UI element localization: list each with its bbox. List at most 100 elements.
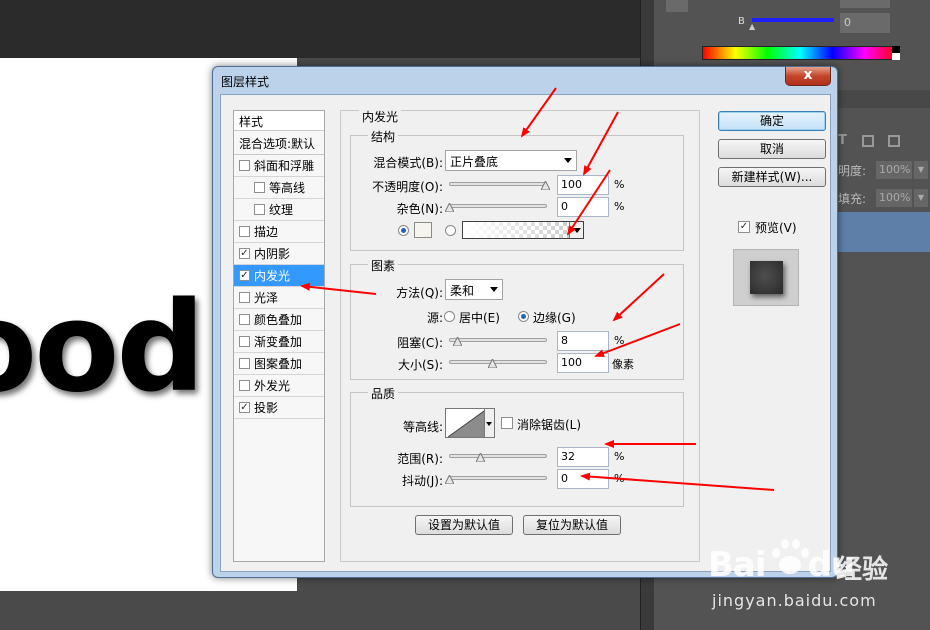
style-item-label: 图案叠加 <box>254 357 303 371</box>
cancel-button[interactable]: 取消 <box>718 139 826 159</box>
method-select[interactable]: 柔和 <box>445 279 503 300</box>
make-default-button[interactable]: 设置为默认值 <box>415 515 513 535</box>
channel-b-slider[interactable] <box>752 18 834 22</box>
blend-mode-label: 混合模式(B): <box>373 156 443 170</box>
type-tool-icon[interactable]: T <box>838 133 847 148</box>
slider-thumb-icon <box>541 181 550 190</box>
style-inner-shadow[interactable]: ✓ 内阴影 <box>234 243 324 265</box>
anti-alias-label[interactable]: 消除锯齿(L) <box>517 416 581 433</box>
source-edge-radio[interactable] <box>518 311 529 322</box>
noise-slider[interactable] <box>449 204 547 208</box>
stroke-checkbox[interactable] <box>239 226 250 237</box>
opacity-slider[interactable] <box>449 182 547 186</box>
style-bevel-emboss[interactable]: 斜面和浮雕 <box>234 155 324 177</box>
layer-opacity-field[interactable]: 100% <box>876 161 912 179</box>
style-stroke[interactable]: 描边 <box>234 221 324 243</box>
gradient-radio[interactable] <box>445 225 456 236</box>
glow-color-swatch[interactable] <box>414 222 432 238</box>
style-item-label: 投影 <box>254 401 279 415</box>
style-gradient-overlay[interactable]: 渐变叠加 <box>234 331 324 353</box>
range-slider-thumb[interactable] <box>476 453 485 462</box>
style-item-label: 描边 <box>254 225 279 239</box>
layer-fill-dropdown[interactable]: ▼ <box>914 189 928 207</box>
jitter-slider-thumb[interactable] <box>445 475 454 484</box>
drop-shadow-checkbox[interactable]: ✓ <box>239 402 250 413</box>
glow-gradient-picker[interactable] <box>462 221 584 239</box>
style-outer-glow[interactable]: 外发光 <box>234 375 324 397</box>
choke-slider-thumb[interactable] <box>453 337 462 346</box>
choke-field[interactable]: 8 <box>557 331 609 351</box>
style-drop-shadow[interactable]: ✓ 投影 <box>234 397 324 419</box>
opacity-field[interactable]: 100 <box>557 175 609 195</box>
chevron-down-icon[interactable] <box>569 222 583 238</box>
texture-checkbox[interactable] <box>254 204 265 215</box>
layer-opacity-dropdown[interactable]: ▼ <box>914 161 928 179</box>
layer-opacity-label: 明度: <box>838 164 867 178</box>
contour-picker[interactable] <box>445 408 485 438</box>
anti-alias-checkbox[interactable] <box>501 417 513 429</box>
noise-slider-thumb[interactable] <box>445 203 454 212</box>
watermark-logo-bai: Bai <box>708 545 767 585</box>
pattern-overlay-checkbox[interactable] <box>239 358 250 369</box>
new-style-button[interactable]: 新建样式(W)... <box>718 167 826 187</box>
style-item-label: 斜面和浮雕 <box>254 159 315 173</box>
blend-mode-select[interactable]: 正片叠底 <box>445 150 577 171</box>
blend-options-item[interactable]: 混合选项:默认 <box>234 131 324 155</box>
range-field[interactable]: 32 <box>557 447 609 467</box>
style-color-overlay[interactable]: 颜色叠加 <box>234 309 324 331</box>
reset-default-button[interactable]: 复位为默认值 <box>523 515 621 535</box>
panel-tool-icon[interactable] <box>666 0 688 12</box>
layer-style-dialog: 图层样式 x 样式 混合选项:默认 斜面和浮雕 等高线 纹理 描边 ✓ 内阴影 … <box>212 66 838 578</box>
preview-checkbox[interactable]: ✓ <box>738 221 750 233</box>
inner-glow-checkbox[interactable]: ✓ <box>239 270 250 281</box>
inner-shadow-checkbox[interactable]: ✓ <box>239 248 250 259</box>
selected-layer-row[interactable] <box>836 212 930 252</box>
styles-header[interactable]: 样式 <box>234 111 324 131</box>
color-spectrum[interactable] <box>702 46 898 60</box>
size-slider[interactable] <box>449 360 547 364</box>
range-slider[interactable] <box>449 454 547 458</box>
close-button[interactable]: x <box>785 67 831 86</box>
style-item-label: 纹理 <box>269 203 294 217</box>
style-contour[interactable]: 等高线 <box>234 177 324 199</box>
jitter-slider[interactable] <box>449 476 547 480</box>
choke-slider[interactable] <box>449 338 547 342</box>
source-edge-label[interactable]: 边缘(G) <box>533 309 576 326</box>
channel-b-field[interactable]: 0 <box>840 13 890 33</box>
contour-dropdown[interactable] <box>485 408 495 438</box>
color-overlay-checkbox[interactable] <box>239 314 250 325</box>
channel-b-label: B <box>738 16 745 27</box>
artboard-icon[interactable] <box>888 135 900 147</box>
solid-color-radio[interactable] <box>398 225 409 236</box>
jitter-field[interactable]: 0 <box>557 469 609 489</box>
slider-thumb-icon <box>445 475 454 484</box>
channel-g-field[interactable] <box>840 0 890 8</box>
panel-tab-row[interactable] <box>836 90 930 108</box>
bevel-emboss-checkbox[interactable] <box>239 160 250 171</box>
source-center-radio[interactable] <box>444 311 455 322</box>
satin-checkbox[interactable] <box>239 292 250 303</box>
spectrum-black-white[interactable] <box>892 46 900 60</box>
jitter-label: 抖动(J): <box>402 474 443 488</box>
preview-label[interactable]: 预览(V) <box>755 219 797 236</box>
quality-title: 品质 <box>368 385 399 402</box>
size-field[interactable]: 100 <box>557 353 609 373</box>
ok-button[interactable]: 确定 <box>718 111 826 131</box>
channel-b-thumb[interactable]: ▲ <box>749 22 755 31</box>
inner-glow-panel: 内发光 结构 混合模式(B): 正片叠底 不透明度(O): 100 % 杂色(N… <box>340 108 700 562</box>
opacity-slider-thumb[interactable] <box>541 181 550 190</box>
style-texture[interactable]: 纹理 <box>234 199 324 221</box>
style-pattern-overlay[interactable]: 图案叠加 <box>234 353 324 375</box>
baidu-watermark: Bai du 经验 jingyan.baidu.com <box>708 535 928 625</box>
style-satin[interactable]: 光泽 <box>234 287 324 309</box>
source-center-label[interactable]: 居中(E) <box>459 309 500 326</box>
transform-icon[interactable] <box>862 135 874 147</box>
size-slider-thumb[interactable] <box>488 359 497 368</box>
layer-fill-field[interactable]: 100% <box>876 189 912 207</box>
style-inner-glow[interactable]: ✓ 内发光 <box>234 265 324 287</box>
outer-glow-checkbox[interactable] <box>239 380 250 391</box>
noise-field[interactable]: 0 <box>557 197 609 217</box>
contour-checkbox[interactable] <box>254 182 265 193</box>
gradient-overlay-checkbox[interactable] <box>239 336 250 347</box>
size-label: 大小(S): <box>397 358 443 372</box>
